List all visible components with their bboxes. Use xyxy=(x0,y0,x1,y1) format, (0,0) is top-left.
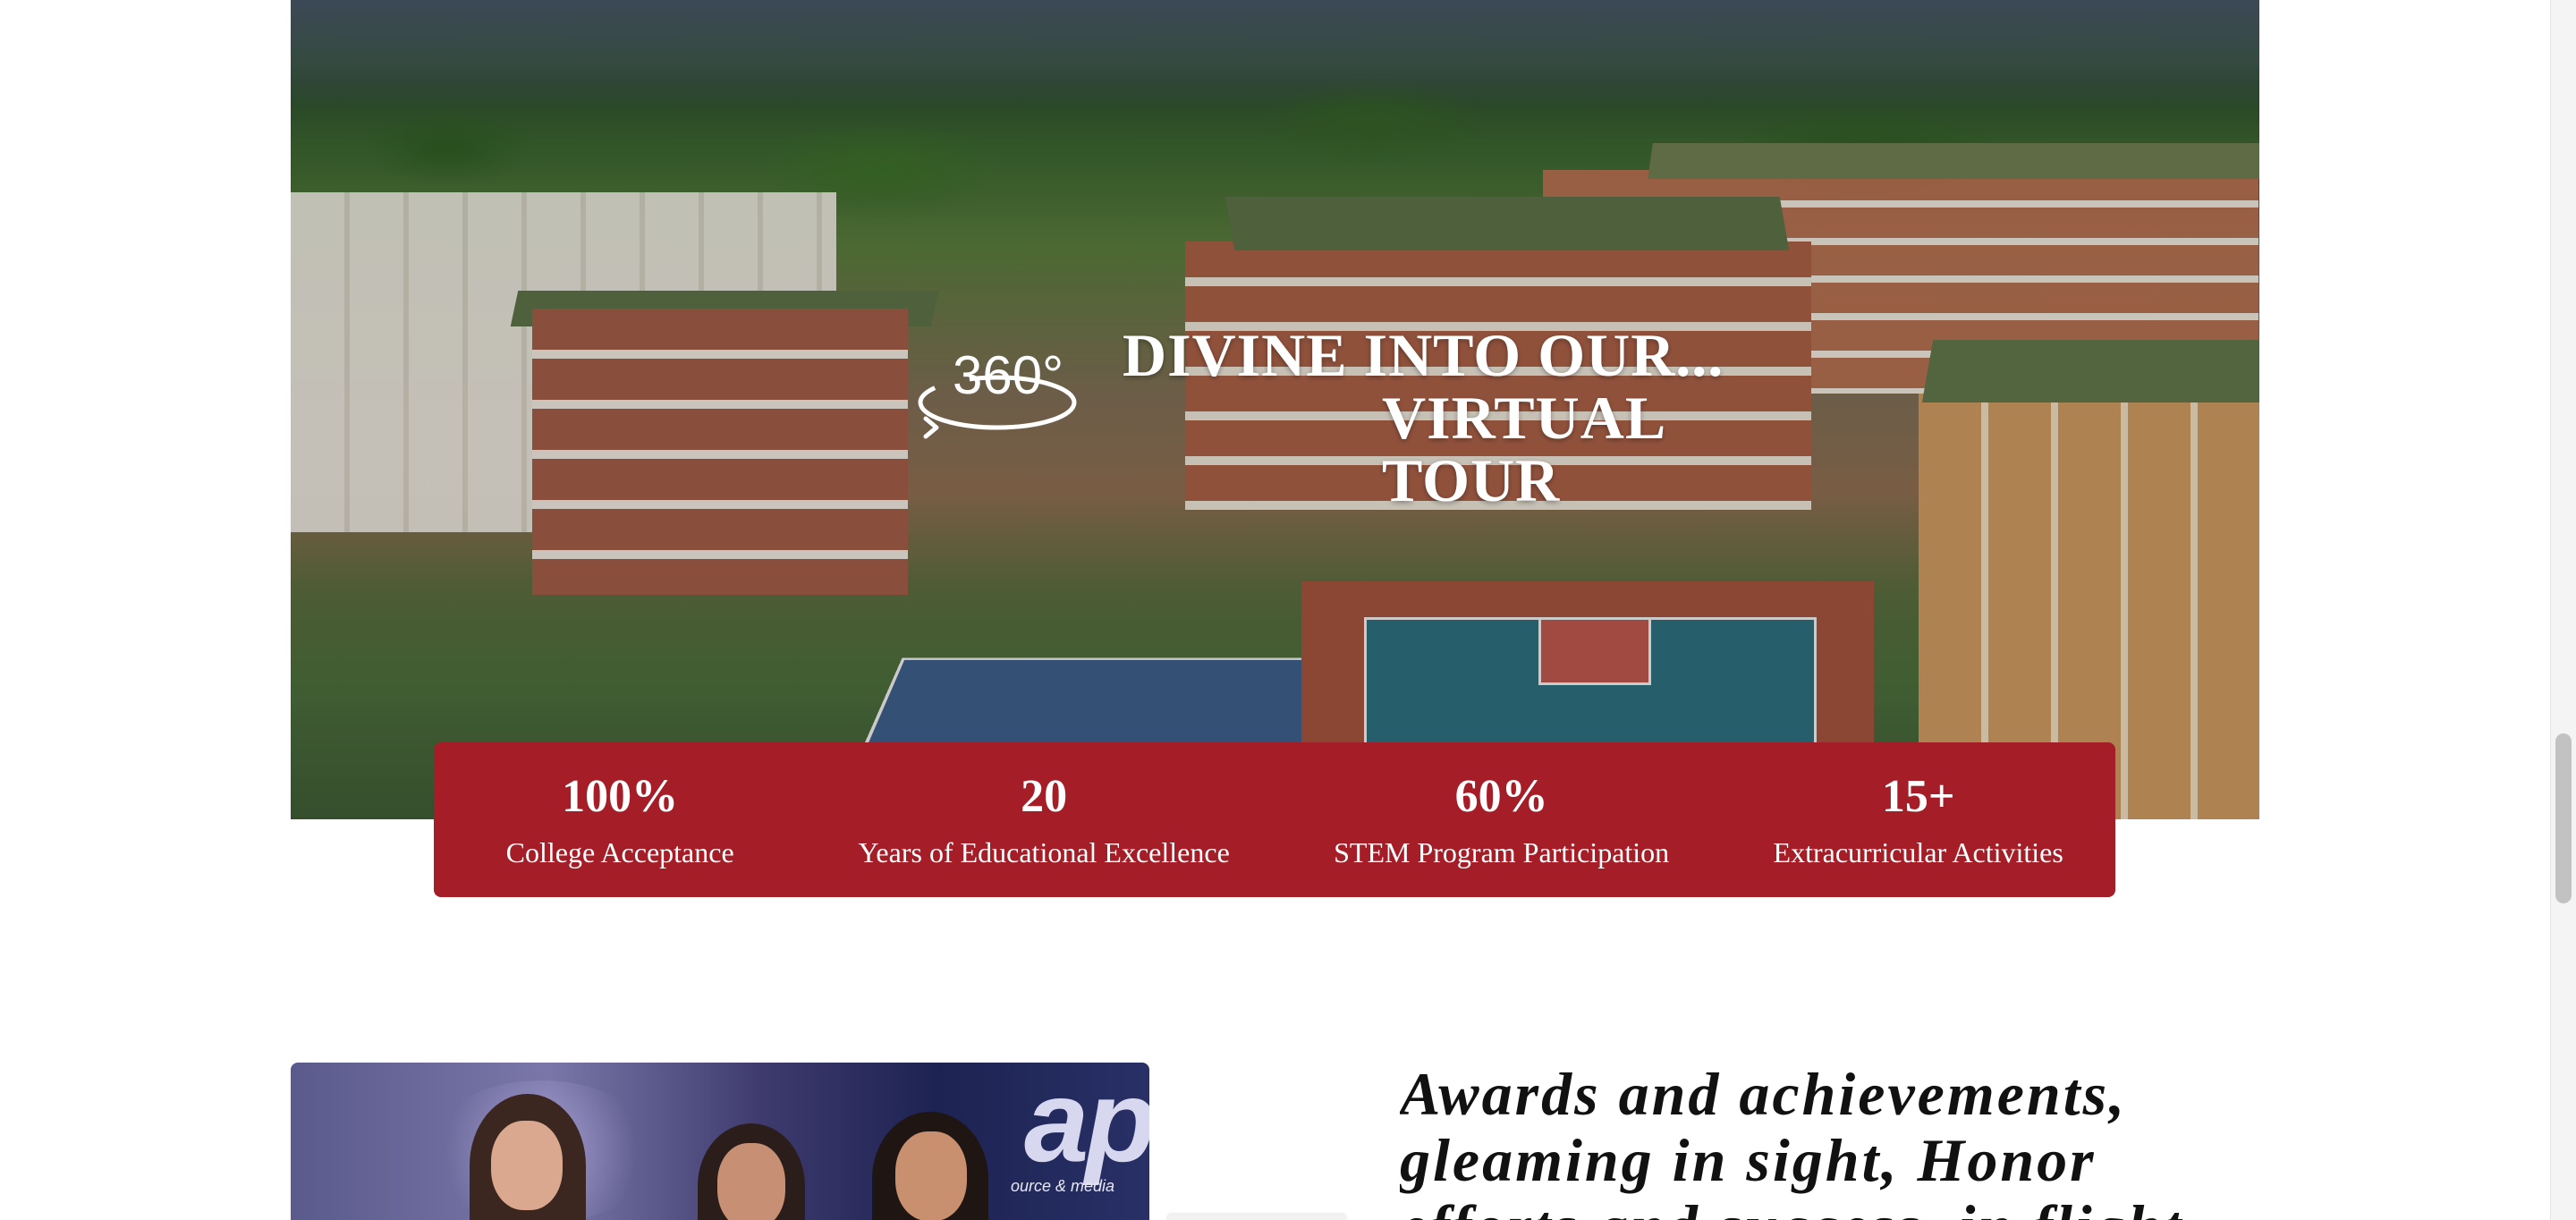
stat-college-acceptance: 100% College Acceptance xyxy=(486,770,754,870)
stat-years-excellence: 20 Years of Educational Excellence xyxy=(859,770,1230,870)
page: 360° DIVINE INTO OUR... VIRTUAL TOUR 100… xyxy=(0,0,2576,1220)
stat-label: Extracurricular Activities xyxy=(1773,835,2063,868)
photo-person xyxy=(872,1112,988,1220)
virtual-tour-title-line1: DIVINE INTO OUR... xyxy=(1123,321,1724,389)
360-icon-text: 360° xyxy=(953,345,1063,405)
stats-bar: 100% College Acceptance 20 Years of Educ… xyxy=(434,742,2115,897)
photo-person-face xyxy=(717,1143,785,1220)
stat-stem-participation: 60% STEM Program Participation xyxy=(1334,770,1669,870)
stat-extracurricular: 15+ Extracurricular Activities xyxy=(1774,770,2063,870)
photo-person-face xyxy=(895,1131,967,1220)
photo-backdrop-logo: aps xyxy=(1024,1063,1149,1186)
stat-value: 15+ xyxy=(1881,770,1955,822)
360-view-icon[interactable]: 360° xyxy=(917,338,1078,441)
stat-value: 20 xyxy=(1021,770,1068,822)
photo-person-face xyxy=(491,1121,563,1210)
virtual-tour-title-line2: VIRTUAL TOUR xyxy=(1382,384,1664,514)
360-icon-arrow xyxy=(923,416,939,439)
awards-photo: aps ource & media xyxy=(291,1063,1149,1220)
photo-backdrop-logo-subtext: ource & media xyxy=(1011,1177,1115,1195)
virtual-tour-title[interactable]: DIVINE INTO OUR... VIRTUAL TOUR xyxy=(1123,324,1838,512)
awards-heading: Awards and achievements, gleaming in sig… xyxy=(1400,1061,2199,1220)
stat-value: 60% xyxy=(1454,770,1548,822)
stat-label: College Acceptance xyxy=(505,835,734,868)
page-scrollbar[interactable] xyxy=(2550,0,2576,1220)
scrollbar-thumb[interactable] xyxy=(2555,733,2572,903)
stat-label: Years of Educational Excellence xyxy=(858,835,1230,868)
stat-label: STEM Program Participation xyxy=(1334,835,1670,868)
photo-person xyxy=(698,1123,805,1220)
stat-value: 100% xyxy=(562,770,679,822)
carousel-card-edge xyxy=(1167,1215,1346,1220)
